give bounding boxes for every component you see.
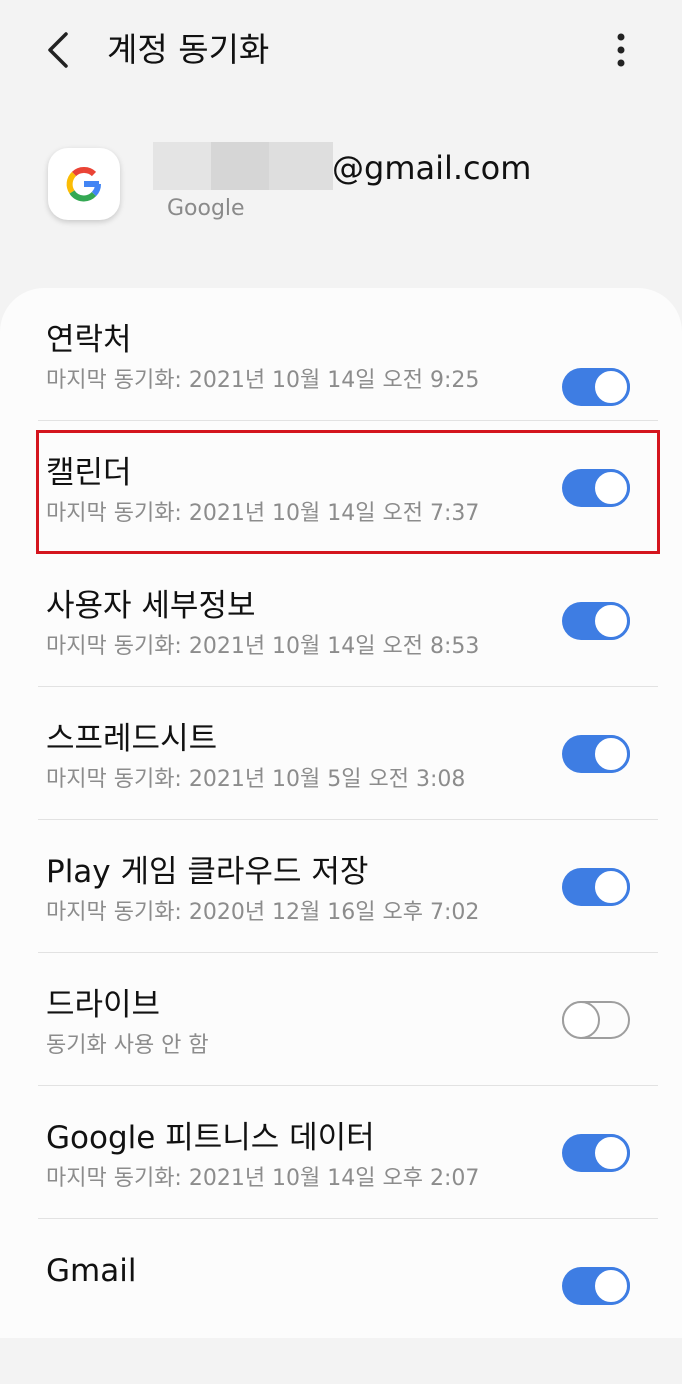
- sync-item-title: 사용자 세부정보: [46, 588, 256, 624]
- sync-toggle[interactable]: [562, 868, 630, 906]
- account-header: @gmail.com Google: [0, 130, 682, 250]
- sync-item-calendar[interactable]: 캘린더 마지막 동기화: 2021년 10월 14일 오전 7:37: [0, 453, 682, 586]
- sync-item-title: Gmail: [46, 1253, 137, 1289]
- back-button[interactable]: [40, 26, 80, 74]
- sync-toggle[interactable]: [562, 469, 630, 507]
- divider: [38, 819, 658, 820]
- sync-item-status: 마지막 동기화: 2021년 10월 14일 오전 9:25: [46, 368, 480, 393]
- divider: [38, 1218, 658, 1219]
- google-logo-icon: [66, 167, 101, 202]
- sync-toggle[interactable]: [562, 1134, 630, 1172]
- sync-item-drive[interactable]: 드라이브 동기화 사용 안 함: [0, 985, 682, 1118]
- sync-item-title: Google 피트니스 데이터: [46, 1120, 375, 1156]
- sync-item-user-details[interactable]: 사용자 세부정보 마지막 동기화: 2021년 10월 14일 오전 8:53: [0, 586, 682, 719]
- sync-list: 연락처 마지막 동기화: 2021년 10월 14일 오전 9:25 캘린더 마…: [0, 288, 682, 1338]
- divider: [38, 686, 658, 687]
- divider: [38, 553, 658, 554]
- more-options-button[interactable]: [604, 28, 638, 72]
- divider: [38, 420, 658, 421]
- sync-item-play-games[interactable]: Play 게임 클라우드 저장 마지막 동기화: 2020년 12월 16일 오…: [0, 852, 682, 985]
- sync-toggle[interactable]: [562, 1267, 630, 1305]
- sync-item-fitness[interactable]: Google 피트니스 데이터 마지막 동기화: 2021년 10월 14일 오…: [0, 1118, 682, 1251]
- sync-toggle[interactable]: [562, 735, 630, 773]
- sync-item-status: 마지막 동기화: 2020년 12월 16일 오후 7:02: [46, 900, 480, 925]
- chevron-left-icon: [48, 32, 68, 68]
- more-vertical-icon: [617, 33, 625, 67]
- sync-item-status: 마지막 동기화: 2021년 10월 14일 오전 7:37: [46, 501, 480, 526]
- sync-item-gmail[interactable]: Gmail: [0, 1251, 682, 1384]
- sync-item-status: 마지막 동기화: 2021년 10월 14일 오후 2:07: [46, 1166, 480, 1191]
- sync-item-title: Play 게임 클라우드 저장: [46, 854, 369, 890]
- email-redaction: [153, 142, 333, 190]
- sync-item-title: 연락처: [46, 322, 132, 358]
- divider: [38, 952, 658, 953]
- sync-item-spreadsheets[interactable]: 스프레드시트 마지막 동기화: 2021년 10월 5일 오전 3:08: [0, 719, 682, 852]
- sync-toggle[interactable]: [562, 368, 630, 406]
- account-type: Google: [167, 196, 245, 221]
- page-title: 계정 동기화: [107, 30, 270, 69]
- sync-item-title: 스프레드시트: [46, 721, 218, 757]
- divider: [38, 1085, 658, 1086]
- account-email: @gmail.com: [332, 149, 532, 187]
- app-bar: 계정 동기화: [0, 0, 682, 100]
- sync-item-status: 마지막 동기화: 2021년 10월 14일 오전 8:53: [46, 634, 480, 659]
- sync-item-title: 드라이브: [46, 987, 161, 1023]
- sync-toggle[interactable]: [562, 602, 630, 640]
- sync-item-title: 캘린더: [46, 455, 132, 491]
- sync-item-status: 마지막 동기화: 2021년 10월 5일 오전 3:08: [46, 767, 466, 792]
- google-account-avatar: [48, 148, 120, 220]
- sync-item-contacts[interactable]: 연락처 마지막 동기화: 2021년 10월 14일 오전 9:25: [0, 320, 682, 453]
- sync-item-status: 동기화 사용 안 함: [46, 1033, 209, 1058]
- sync-toggle[interactable]: [562, 1001, 630, 1039]
